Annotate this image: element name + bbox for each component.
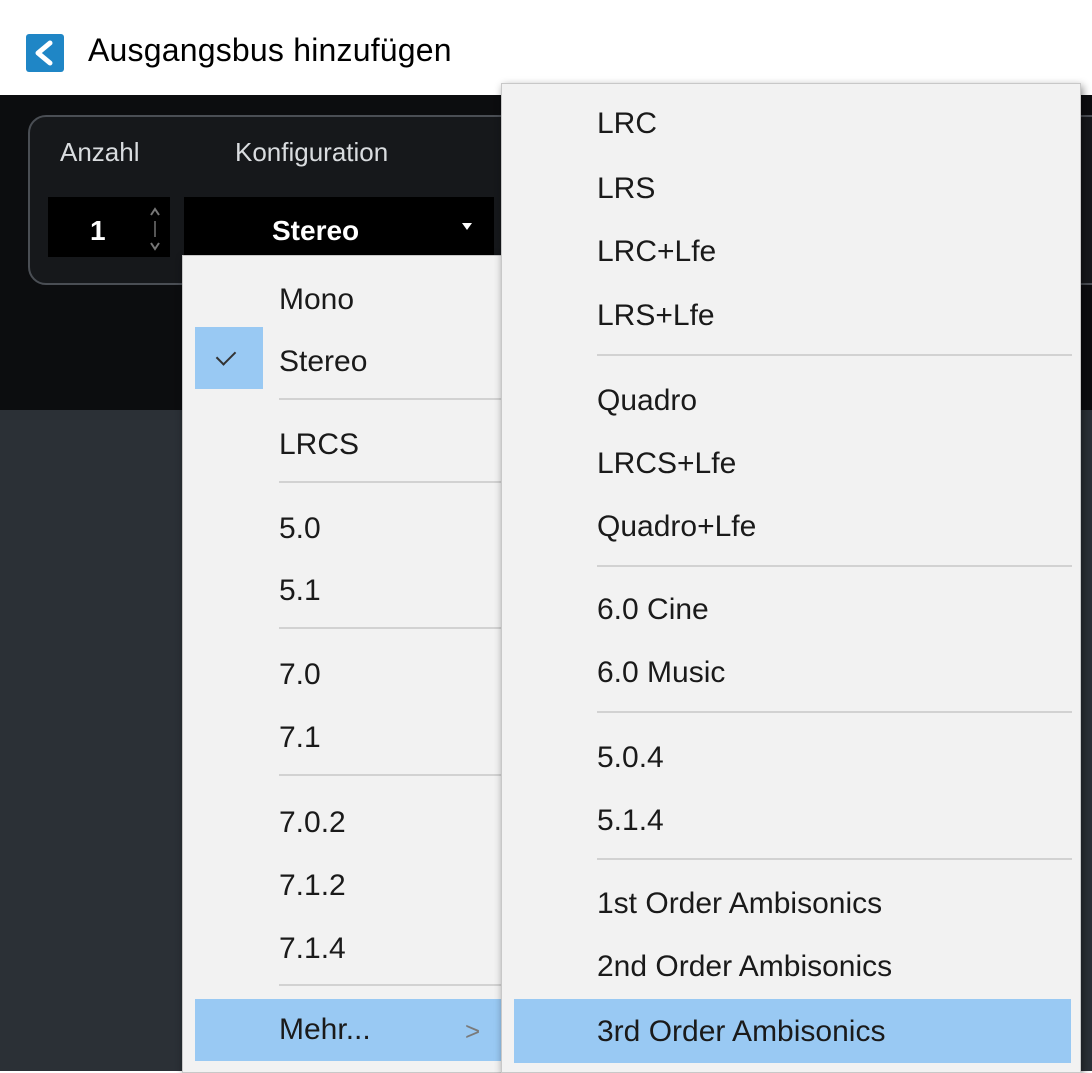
menu-item-label: LRS+Lfe — [597, 299, 715, 332]
config-header: Konfiguration — [235, 137, 389, 167]
menu-separator — [597, 711, 1072, 713]
menu-item-label: Quadro+Lfe — [597, 510, 757, 543]
menu-item-label: 7.0 — [279, 658, 321, 691]
menu-item-label: 7.1.2 — [279, 869, 346, 902]
menu-item-label: LRS — [597, 172, 656, 205]
menu-item-label: 7.1 — [279, 721, 321, 754]
menu-separator — [597, 354, 1072, 356]
menu-item-label: 5.0 — [279, 512, 321, 545]
menu-item-label: Mehr... — [279, 1013, 371, 1046]
menu-item-label: 5.0.4 — [597, 741, 664, 774]
menu-item-label: Quadro — [597, 384, 698, 417]
menu-separator — [597, 565, 1072, 567]
title-bar: Ausgangsbus hinzufügen — [0, 0, 1092, 95]
menu-separator — [279, 774, 503, 776]
more-submenu: LRC LRS LRC+Lfe LRS+Lfe Quadro LRCS+Lfe … — [501, 83, 1081, 1073]
menu-item-label: LRCS+Lfe — [597, 447, 737, 480]
submenu-arrow-icon: > — [465, 1016, 481, 1046]
menu-item-label: LRCS — [279, 428, 360, 461]
window-title: Ausgangsbus hinzufügen — [88, 32, 452, 68]
menu-separator — [279, 398, 503, 400]
menu-item-label: 5.1 — [279, 574, 321, 607]
menu-item-label: LRC — [597, 107, 658, 140]
menu-item-label: 5.1.4 — [597, 804, 664, 837]
count-header: Anzahl — [60, 137, 140, 167]
menu-separator — [279, 481, 503, 483]
menu-separator — [279, 984, 503, 986]
menu-item-label: Mono — [279, 283, 355, 316]
menu-item-label: Stereo — [279, 345, 368, 378]
spinner-arrows-icon[interactable] — [148, 207, 162, 251]
dropdown-arrow-icon[interactable] — [462, 223, 472, 230]
menu-item-label: 7.1.4 — [279, 932, 346, 965]
menu-item-label: 2nd Order Ambisonics — [597, 950, 893, 983]
config-value: Stereo — [272, 215, 360, 246]
menu-item-label: 1st Order Ambisonics — [597, 887, 883, 920]
menu-item-label: 6.0 Cine — [597, 593, 709, 626]
menu-separator — [279, 627, 503, 629]
menu-item-label: LRC+Lfe — [597, 235, 717, 268]
menu-item-label: 6.0 Music — [597, 656, 726, 689]
app-back-icon[interactable] — [26, 34, 64, 72]
menu-separator — [597, 858, 1072, 860]
config-menu: Mono Stereo LRCS 5.0 5.1 7.0 7.1 7.0.2 7… — [182, 255, 504, 1073]
menu-item-label: 7.0.2 — [279, 806, 346, 839]
count-value: 1 — [90, 215, 106, 246]
menu-item-label: 3rd Order Ambisonics — [597, 1015, 886, 1048]
